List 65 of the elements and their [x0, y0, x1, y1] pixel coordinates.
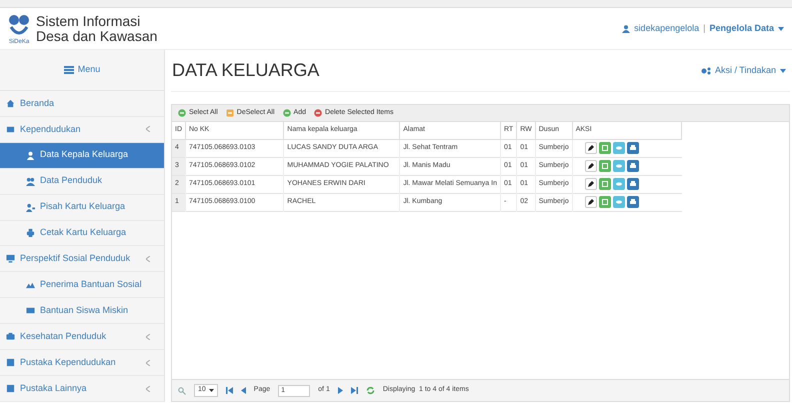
page-title: DATA KELUARGA	[171, 59, 320, 82]
sidebar-item[interactable]: Bantuan Siswa Miskin	[0, 298, 164, 324]
print-button[interactable]	[626, 178, 639, 190]
printer-icon	[628, 197, 638, 207]
edit-button[interactable]	[584, 142, 597, 154]
search-icon[interactable]	[178, 386, 186, 394]
sidebar-item[interactable]: Kesehatan Penduduk	[0, 324, 164, 350]
sidebar-item[interactable]: Data Kepala Keluarga	[0, 142, 164, 169]
pencil-icon	[586, 143, 596, 153]
edit-button[interactable]	[584, 196, 597, 208]
role-dropdown[interactable]: Pengelola Data	[709, 22, 784, 36]
first-page-icon[interactable]	[226, 387, 233, 394]
square-icon	[600, 197, 610, 207]
print-button[interactable]	[626, 196, 639, 208]
circle-icon	[314, 109, 322, 117]
circle-icon	[282, 109, 291, 117]
user-icon	[622, 24, 630, 32]
users-icon	[26, 176, 35, 186]
user-icon	[26, 202, 35, 212]
square-icon	[600, 143, 610, 153]
sidebar-item[interactable]: Cetak Kartu Keluarga	[0, 220, 164, 246]
pencil-icon	[586, 161, 596, 171]
printer-icon	[628, 161, 638, 171]
card-icon	[26, 306, 35, 316]
view-button[interactable]	[612, 196, 625, 208]
sidebar-item[interactable]: Pustaka Kependudukan	[0, 350, 164, 376]
monitor-icon	[6, 254, 15, 264]
refresh-icon[interactable]	[366, 386, 375, 395]
pencil-icon	[586, 179, 596, 189]
next-page-icon[interactable]	[338, 387, 343, 394]
caret-icon	[208, 389, 214, 392]
home-icon	[6, 98, 15, 108]
sidebar-item[interactable]: Pustaka Lainnya	[0, 376, 164, 402]
sidebar-item[interactable]: Perspektif Sosial Penduduk	[0, 246, 164, 272]
print-button[interactable]	[626, 160, 639, 172]
previous-page-icon[interactable]	[240, 387, 246, 394]
app-title: Desa dan Kawasan	[36, 28, 158, 44]
square-icon	[600, 161, 610, 171]
printer-icon	[628, 143, 638, 153]
sidebar-item[interactable]: Penerima Bantuan Sosial	[0, 272, 164, 298]
printer-icon	[26, 228, 35, 238]
menu-toggle[interactable]: Menu	[64, 63, 100, 77]
app-title: Sistem Informasi	[36, 14, 142, 28]
sidebar-item[interactable]: Pisah Kartu Keluarga	[0, 194, 164, 221]
user-icon	[26, 150, 35, 160]
view-button[interactable]	[612, 178, 625, 190]
menu-icon	[64, 66, 74, 74]
sidebar-item[interactable]: Beranda	[0, 90, 164, 117]
pencil-icon	[586, 197, 596, 207]
printer-icon	[628, 179, 638, 189]
caret-icon	[778, 26, 784, 30]
view-button[interactable]	[612, 142, 625, 154]
actions-dropdown[interactable]: Aksi / Tindakan	[700, 64, 790, 78]
square-icon	[226, 109, 234, 117]
edit-button[interactable]	[584, 160, 597, 172]
caret-icon	[780, 68, 786, 72]
edit-button[interactable]	[584, 178, 597, 190]
sidebar-item[interactable]: Data Penduduk	[0, 168, 164, 195]
separator: |	[703, 22, 706, 35]
last-page-icon[interactable]	[350, 387, 358, 394]
circle-icon	[178, 109, 186, 117]
view-button[interactable]	[612, 160, 625, 172]
print-button[interactable]	[626, 142, 639, 154]
username-link[interactable]: sidekapengelola	[634, 22, 700, 36]
square-icon	[600, 179, 610, 189]
